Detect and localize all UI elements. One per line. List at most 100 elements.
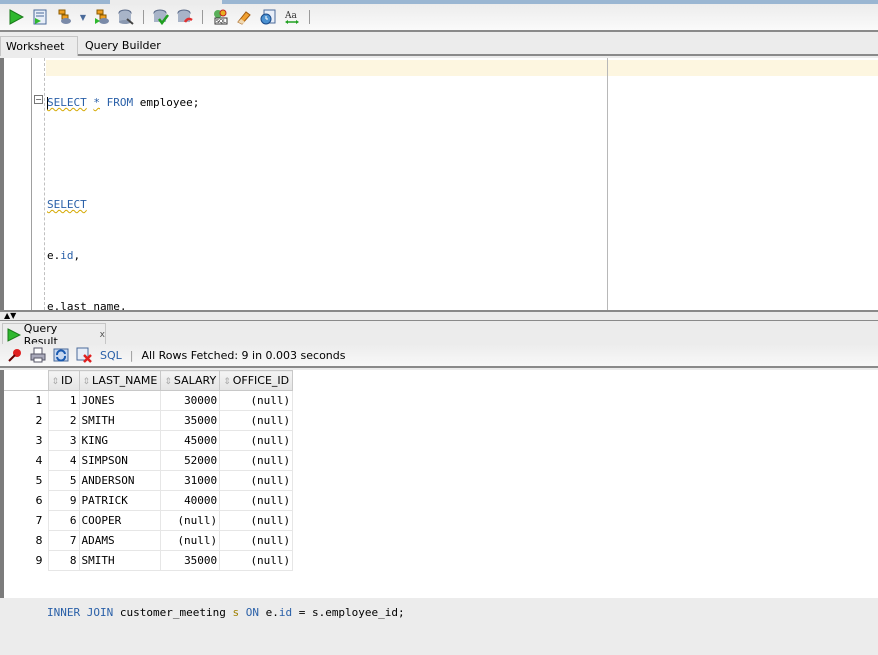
splitter-arrows-icon[interactable]: ▲▼ <box>4 312 16 320</box>
sql-history-button[interactable] <box>258 7 278 27</box>
print-button[interactable] <box>29 346 47 364</box>
sort-icon: ⇕ <box>223 377 231 387</box>
cell-last-name[interactable]: ANDERSON <box>78 470 162 491</box>
column-header-last-name[interactable]: ⇕ LAST_NAME <box>78 370 162 391</box>
cell-office-id[interactable]: (null) <box>219 530 294 551</box>
sql-editor[interactable]: − SELECT * FROM employee; SELECT e.id, e… <box>0 58 878 619</box>
cell-last-name[interactable]: PATRICK <box>78 490 162 511</box>
cell-office-id[interactable]: (null) <box>219 450 294 471</box>
pane-splitter[interactable]: ▲▼ <box>0 310 878 320</box>
history-icon <box>260 9 276 25</box>
cell-salary[interactable]: (null) <box>160 530 221 551</box>
cell-id[interactable]: 1 <box>47 390 80 411</box>
cell-id[interactable]: 4 <box>47 450 80 471</box>
table-row[interactable]: 8 7 ADAMS (null) (null) <box>4 530 294 551</box>
row-number-header <box>4 370 48 391</box>
row-number[interactable]: 9 <box>4 551 48 571</box>
pin-icon <box>8 349 21 362</box>
cell-last-name[interactable]: SIMPSON <box>78 450 162 471</box>
cell-salary[interactable]: 31000 <box>160 470 221 491</box>
table-row[interactable]: 4 4 SIMPSON 52000 (null) <box>4 450 294 471</box>
run-script-button[interactable] <box>30 7 50 27</box>
cell-id[interactable]: 2 <box>47 410 80 431</box>
cell-last-name[interactable]: SMITH <box>78 410 162 431</box>
row-number[interactable]: 4 <box>4 451 48 471</box>
cell-salary[interactable]: 52000 <box>160 450 221 471</box>
svg-text:SQL: SQL <box>216 19 226 25</box>
column-header-id[interactable]: ⇕ ID <box>47 370 80 391</box>
cell-id[interactable]: 6 <box>47 510 80 531</box>
cell-id[interactable]: 9 <box>47 490 80 511</box>
chevron-down-icon: ▼ <box>79 12 87 22</box>
change-case-button[interactable]: Aa <box>282 7 302 27</box>
cell-id[interactable]: 8 <box>47 550 80 571</box>
cell-last-name[interactable]: KING <box>78 430 162 451</box>
tab-query-builder[interactable]: Query Builder <box>80 36 166 56</box>
toolbar-separator <box>309 10 310 24</box>
tab-worksheet[interactable]: Worksheet <box>0 36 78 56</box>
table-row[interactable]: 7 6 COOPER (null) (null) <box>4 510 294 531</box>
fold-toggle-icon[interactable]: − <box>34 95 43 104</box>
row-number[interactable]: 1 <box>4 391 48 411</box>
row-number[interactable]: 7 <box>4 511 48 531</box>
sql-tuning-advisor-button[interactable] <box>116 7 136 27</box>
cell-salary[interactable]: (null) <box>160 510 221 531</box>
result-toolbar: SQL | All Rows Fetched: 9 in 0.003 secon… <box>0 344 878 368</box>
right-margin-line <box>607 58 608 310</box>
cell-office-id[interactable]: (null) <box>219 490 294 511</box>
table-row[interactable]: 2 2 SMITH 35000 (null) <box>4 410 294 431</box>
row-number[interactable]: 5 <box>4 471 48 491</box>
cell-salary[interactable]: 35000 <box>160 550 221 571</box>
cell-last-name[interactable]: SMITH <box>78 550 162 571</box>
autotrace-dropdown-button[interactable]: ▼ <box>78 7 88 27</box>
results-table: ⇕ ID ⇕ LAST_NAME ⇕ SALARY ⇕ OFFICE_ID 1 1 JONE… <box>4 370 294 571</box>
fold-guide <box>44 58 45 310</box>
cell-last-name[interactable]: COOPER <box>78 510 162 531</box>
clear-button[interactable] <box>234 7 254 27</box>
unshared-worksheet-button[interactable]: SQL <box>210 7 230 27</box>
cell-office-id[interactable]: (null) <box>219 510 294 531</box>
cell-salary[interactable]: 40000 <box>160 490 221 511</box>
cell-salary[interactable]: 30000 <box>160 390 221 411</box>
row-number[interactable]: 8 <box>4 531 48 551</box>
sql-link[interactable]: SQL <box>100 349 122 362</box>
cell-id[interactable]: 3 <box>47 430 80 451</box>
run-statement-button[interactable] <box>6 7 26 27</box>
code-line: INNER JOIN customer_meeting s ON e.id = … <box>47 606 405 619</box>
column-header-office-id[interactable]: ⇕ OFFICE_ID <box>219 370 294 391</box>
table-row[interactable]: 3 3 KING 45000 (null) <box>4 430 294 451</box>
table-row[interactable]: 1 1 JONES 30000 (null) <box>4 390 294 411</box>
pin-button[interactable] <box>6 346 24 364</box>
column-header-salary[interactable]: ⇕ SALARY <box>160 370 221 391</box>
cancel-query-button[interactable] <box>75 346 93 364</box>
explain-plan-button[interactable] <box>92 7 112 27</box>
cell-id[interactable]: 7 <box>47 530 80 551</box>
table-row[interactable]: 5 5 ANDERSON 31000 (null) <box>4 470 294 491</box>
refresh-button[interactable] <box>52 346 70 364</box>
worksheet-tab-bar: Worksheet Query Builder <box>0 34 878 56</box>
close-tab-icon[interactable]: x <box>100 330 105 340</box>
row-number[interactable]: 6 <box>4 491 48 511</box>
fetch-status: All Rows Fetched: 9 in 0.003 seconds <box>141 348 346 362</box>
cell-office-id[interactable]: (null) <box>219 430 294 451</box>
cell-salary[interactable]: 45000 <box>160 430 221 451</box>
cell-office-id[interactable]: (null) <box>219 550 294 571</box>
cell-id[interactable]: 5 <box>47 470 80 491</box>
row-number[interactable]: 2 <box>4 411 48 431</box>
rollback-button[interactable] <box>175 7 195 27</box>
cell-last-name[interactable]: ADAMS <box>78 530 162 551</box>
cell-salary[interactable]: 35000 <box>160 410 221 431</box>
cell-office-id[interactable]: (null) <box>219 410 294 431</box>
cell-office-id[interactable]: (null) <box>219 470 294 491</box>
autotrace-button[interactable] <box>54 7 74 27</box>
table-row[interactable]: 9 8 SMITH 35000 (null) <box>4 550 294 571</box>
tab-query-result[interactable]: Query Result x <box>2 322 106 348</box>
table-row[interactable]: 6 9 PATRICK 40000 (null) <box>4 490 294 511</box>
commit-button[interactable] <box>151 7 171 27</box>
refresh-icon <box>53 348 69 362</box>
cell-office-id[interactable]: (null) <box>219 390 294 411</box>
row-number[interactable]: 3 <box>4 431 48 451</box>
cell-last-name[interactable]: JONES <box>78 390 162 411</box>
sort-icon: ⇕ <box>51 377 60 387</box>
